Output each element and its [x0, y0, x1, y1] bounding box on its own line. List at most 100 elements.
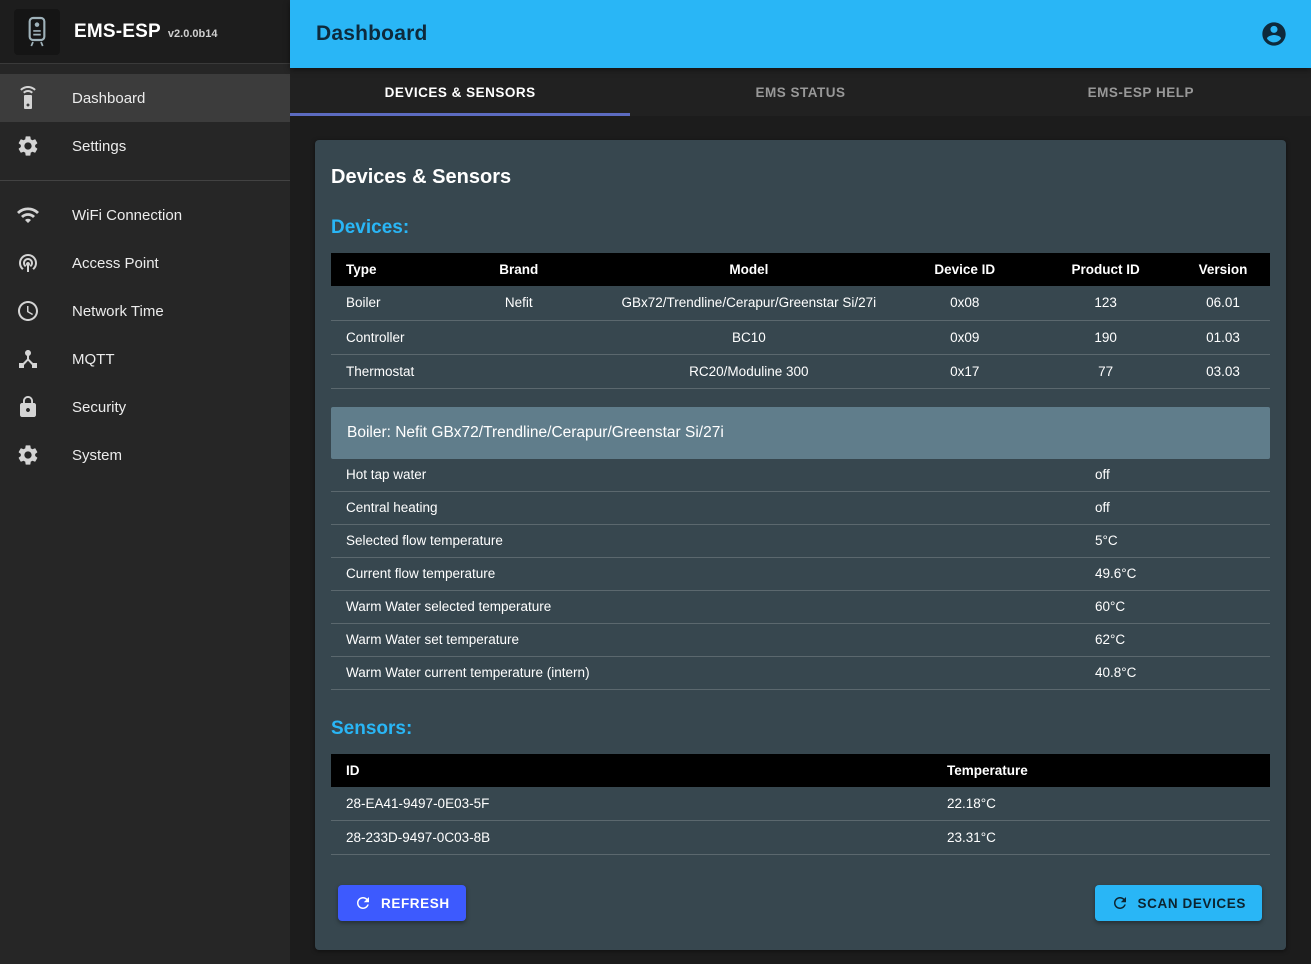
sidebar-item-wifi-connection[interactable]: WiFi Connection — [0, 191, 290, 239]
sidebar-item-access-point[interactable]: Access Point — [0, 239, 290, 287]
detail-value: 49.6°C — [1095, 566, 1270, 581]
detail-label: Selected flow temperature — [346, 533, 1095, 548]
detail-value: off — [1095, 467, 1270, 482]
detail-value: 60°C — [1095, 599, 1270, 614]
detail-label: Warm Water selected temperature — [346, 599, 1095, 614]
scan-devices-button-label: SCAN DEVICES — [1138, 896, 1246, 911]
gear-icon — [16, 134, 40, 158]
detail-value: 5°C — [1095, 533, 1270, 548]
boiler-detail-row: Warm Water set temperature 62°C — [331, 624, 1270, 657]
sensor-row: 28-233D-9497-0C03-8B 23.31°C — [331, 821, 1270, 855]
device-version: 01.03 — [1176, 320, 1270, 354]
app-title-wrap: EMS-ESP v2.0.0b14 — [74, 21, 217, 43]
detail-label: Warm Water current temperature (intern) — [346, 665, 1095, 680]
device-model: BC10 — [603, 320, 894, 354]
sidebar-item-label: Settings — [72, 138, 126, 155]
boiler-logo-icon — [21, 16, 53, 48]
sidebar-item-security[interactable]: Security — [0, 383, 290, 431]
detail-label: Current flow temperature — [346, 566, 1095, 581]
device-id: 0x09 — [894, 320, 1035, 354]
sidebar-item-label: MQTT — [72, 351, 115, 368]
tab-bar: DEVICES & SENSORS EMS STATUS EMS-ESP HEL… — [290, 68, 1311, 116]
ems-esp-app: EMS-ESP v2.0.0b14 Dashboard Settings — [0, 0, 1311, 964]
sidebar-header: EMS-ESP v2.0.0b14 — [0, 0, 290, 64]
boiler-detail-row: Warm Water selected temperature 60°C — [331, 591, 1270, 624]
boiler-panel-title: Boiler: Nefit GBx72/Trendline/Cerapur/Gr… — [347, 424, 724, 442]
remote-icon — [16, 86, 40, 110]
device-model: RC20/Moduline 300 — [603, 354, 894, 388]
sensor-temperature: 23.31°C — [932, 821, 1270, 855]
sidebar-item-label: System — [72, 447, 122, 464]
scan-devices-button[interactable]: SCAN DEVICES — [1095, 885, 1262, 921]
column-header-version: Version — [1176, 253, 1270, 286]
device-product-id: 190 — [1035, 320, 1176, 354]
detail-value: 40.8°C — [1095, 665, 1270, 680]
sensor-id: 28-EA41-9497-0E03-5F — [331, 787, 932, 821]
detail-value: off — [1095, 500, 1270, 515]
sidebar-item-label: Access Point — [72, 255, 159, 272]
sidebar-item-network-time[interactable]: Network Time — [0, 287, 290, 335]
device-type: Boiler — [331, 286, 434, 320]
column-header-model: Model — [603, 253, 894, 286]
device-model: GBx72/Trendline/Cerapur/Greenstar Si/27i — [603, 286, 894, 320]
sensor-id: 28-233D-9497-0C03-8B — [331, 821, 932, 855]
account-circle-icon[interactable] — [1259, 19, 1289, 49]
sensors-table: ID Temperature 28-EA41-9497-0E03-5F 22.1… — [331, 754, 1270, 856]
device-type: Controller — [331, 320, 434, 354]
tab-label: EMS STATUS — [755, 85, 845, 100]
detail-label: Central heating — [346, 500, 1095, 515]
sidebar: EMS-ESP v2.0.0b14 Dashboard Settings — [0, 0, 290, 964]
column-header-device-id: Device ID — [894, 253, 1035, 286]
sidebar-item-dashboard[interactable]: Dashboard — [0, 74, 290, 122]
sensor-row: 28-EA41-9497-0E03-5F 22.18°C — [331, 787, 1270, 821]
device-type: Thermostat — [331, 354, 434, 388]
device-hub-icon — [16, 347, 40, 371]
devices-table: Type Brand Model Device ID Product ID Ve… — [331, 253, 1270, 389]
boiler-detail-list: Hot tap water off Central heating off Se… — [331, 459, 1270, 690]
refresh-button[interactable]: REFRESH — [338, 885, 466, 921]
sidebar-item-label: WiFi Connection — [72, 207, 182, 224]
device-version: 03.03 — [1176, 354, 1270, 388]
device-brand — [434, 320, 603, 354]
device-row-controller[interactable]: Controller BC10 0x09 190 01.03 — [331, 320, 1270, 354]
device-row-thermostat[interactable]: Thermostat RC20/Moduline 300 0x17 77 03.… — [331, 354, 1270, 388]
column-header-id: ID — [331, 754, 932, 787]
sidebar-item-label: Security — [72, 399, 126, 416]
sidebar-item-mqtt[interactable]: MQTT — [0, 335, 290, 383]
gear-icon — [16, 443, 40, 467]
column-header-temperature: Temperature — [932, 754, 1270, 787]
device-id: 0x17 — [894, 354, 1035, 388]
boiler-panel-header: Boiler: Nefit GBx72/Trendline/Cerapur/Gr… — [331, 407, 1270, 459]
sensors-table-header-row: ID Temperature — [331, 754, 1270, 787]
device-version: 06.01 — [1176, 286, 1270, 320]
app-title: EMS-ESP — [74, 21, 161, 43]
devices-table-header-row: Type Brand Model Device ID Product ID Ve… — [331, 253, 1270, 286]
column-header-product-id: Product ID — [1035, 253, 1176, 286]
devices-sensors-card: Devices & Sensors Devices: Type Brand Mo… — [315, 140, 1286, 950]
tab-label: DEVICES & SENSORS — [385, 85, 536, 100]
content-area: Devices & Sensors Devices: Type Brand Mo… — [290, 116, 1311, 964]
boiler-detail-row: Central heating off — [331, 492, 1270, 525]
device-id: 0x08 — [894, 286, 1035, 320]
tab-devices-sensors[interactable]: DEVICES & SENSORS — [290, 68, 630, 116]
card-title: Devices & Sensors — [331, 166, 1270, 189]
wifi-icon — [16, 203, 40, 227]
sidebar-divider — [0, 180, 290, 181]
access-point-icon — [16, 251, 40, 275]
sidebar-item-label: Dashboard — [72, 90, 145, 107]
tab-ems-esp-help[interactable]: EMS-ESP HELP — [971, 68, 1311, 116]
ems-esp-logo — [14, 9, 60, 55]
app-version: v2.0.0b14 — [168, 28, 218, 40]
detail-value: 62°C — [1095, 632, 1270, 647]
device-row-boiler[interactable]: Boiler Nefit GBx72/Trendline/Cerapur/Gre… — [331, 286, 1270, 320]
tab-ems-status[interactable]: EMS STATUS — [630, 68, 970, 116]
boiler-detail-row: Current flow temperature 49.6°C — [331, 558, 1270, 591]
tab-label: EMS-ESP HELP — [1088, 85, 1194, 100]
main-area: Dashboard DEVICES & SENSORS EMS STATUS E… — [290, 0, 1311, 964]
detail-label: Warm Water set temperature — [346, 632, 1095, 647]
clock-icon — [16, 299, 40, 323]
sensors-heading: Sensors: — [331, 718, 1270, 740]
sidebar-item-label: Network Time — [72, 303, 164, 320]
sidebar-item-system[interactable]: System — [0, 431, 290, 479]
sidebar-item-settings[interactable]: Settings — [0, 122, 290, 170]
